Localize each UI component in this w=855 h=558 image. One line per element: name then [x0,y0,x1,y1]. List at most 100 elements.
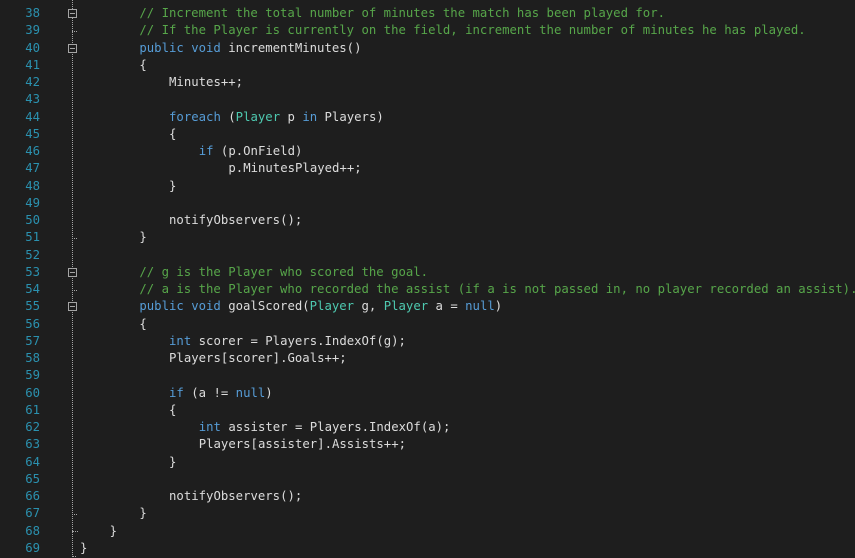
code-line[interactable]: 51} [0,229,855,246]
code-token-text: ) [494,299,503,314]
code-line[interactable]: 62 int assister = Players.IndexOf(a); [0,419,855,436]
line-code: Minutes++; [169,74,243,91]
code-line[interactable]: 54 // a is the Player who recorded the as… [0,281,855,298]
line-number: 63 [25,437,40,452]
code-line[interactable]: 64} [0,454,855,471]
line-number: 57 [25,333,40,348]
code-line[interactable]: 46 if (p.OnField) [0,143,855,160]
code-line[interactable]: 58 Players[scorer].Goals++; [0,350,855,367]
line-code: notifyObservers(); [169,212,302,229]
code-line[interactable]: 43 [0,91,855,108]
code-editor[interactable]: 38 // Increment the total number of minut… [0,0,855,558]
code-token-type: Player [309,299,355,314]
code-token-text: } [169,454,177,469]
code-line[interactable]: 41 { [0,57,855,74]
code-line[interactable]: 67} [0,505,855,522]
code-line[interactable]: 66 notifyObservers(); [0,488,855,505]
code-token-text: Players) [317,109,384,124]
collapse-toggle-icon[interactable] [68,267,77,277]
code-line[interactable]: 47 p.MinutesPlayed++; [0,160,855,177]
code-token-kw: foreach [169,109,221,124]
line-number: 47 [25,161,40,176]
line-number: 62 [25,420,40,434]
code-line[interactable]: 61 { [0,402,855,419]
line-number: 49 [25,195,40,210]
line-number: 59 [25,368,40,383]
code-line[interactable]: 57 int scorer = Players.IndexOf(g); [0,333,855,350]
line-code: { [169,402,176,419]
line-number: 38 [25,6,40,20]
code-line[interactable]: 52 [0,247,855,264]
line-code: p.MinutesPlayed++; [228,160,361,177]
code-token-comment: // g is the Player who scored the goal. [139,264,429,279]
code-token-text: goalScored( [220,299,310,314]
line-number: 66 [25,489,40,503]
code-line[interactable]: 44 foreach (Player p in Players) [0,109,855,126]
line-code: // Increment the total number of minutes… [139,5,665,22]
line-code: } [80,540,87,557]
code-line[interactable]: 63 Players[assister].Assists++; [0,436,855,453]
code-token-text: Players[scorer].Goals++; [169,351,347,365]
line-code: // g is the Player who scored the goal. [139,264,428,281]
code-token-text: { [139,57,147,72]
line-code: Players[scorer].Goals++; [169,350,347,367]
line-code: { [169,126,176,143]
code-line[interactable]: 59 [0,367,855,384]
code-line[interactable]: 55 public void goalScored(Player g, Playe… [0,298,855,315]
code-token-text: p [280,109,303,124]
line-number: 55 [25,299,40,314]
collapse-toggle-icon[interactable] [68,9,77,18]
line-number: 52 [25,247,40,262]
line-number: 64 [25,454,40,469]
code-line[interactable]: 39 // If the Player is currently on the f… [0,22,855,39]
code-line[interactable]: 56 { [0,316,855,333]
line-number: 56 [25,316,40,331]
code-line[interactable]: 42 Minutes++; [0,74,855,91]
line-number: 50 [25,213,40,227]
line-number: 39 [25,23,40,38]
code-token-text: { [169,402,177,417]
line-code: } [139,229,146,246]
code-token-comment: // Increment the total number of minutes… [139,6,665,20]
code-token-type: Player [235,109,281,124]
code-token-comment: // If the Player is currently on the fie… [139,23,806,38]
code-line[interactable]: 65 [0,471,855,488]
code-token-text: assister = Players.IndexOf(a); [220,420,451,434]
line-code: { [139,57,146,74]
code-token-text: notifyObservers(); [169,489,303,503]
code-token-text: incrementMinutes() [220,40,362,55]
code-token-text: } [139,506,147,521]
line-number: 42 [25,75,40,89]
collapse-toggle-icon[interactable] [68,43,77,53]
code-line[interactable]: 40 public void incrementMinutes() [0,40,855,57]
line-number: 60 [25,385,40,400]
collapse-toggle-icon[interactable] [68,302,77,312]
line-code: } [169,454,176,471]
code-line[interactable]: 53 // g is the Player who scored the goal… [0,264,855,281]
line-number: 46 [25,144,40,158]
code-line[interactable]: 50 notifyObservers(); [0,212,855,229]
line-code: public void goalScored(Player g, Player … [139,298,502,315]
line-number: 67 [25,506,40,521]
code-line[interactable]: 68} [0,523,855,540]
line-code: if (a != null) [169,385,273,402]
line-number: 61 [25,402,40,417]
code-line[interactable]: 45 { [0,126,855,143]
code-line[interactable]: 69} [0,540,855,557]
code-line[interactable]: 49 [0,195,855,212]
code-token-text: (p.OnField) [213,144,303,158]
code-token-text: p.MinutesPlayed++; [228,161,362,176]
code-token-kw: public [139,40,184,55]
line-code: // a is the Player who recorded the assi… [139,281,855,298]
code-line[interactable]: 38 // Increment the total number of minut… [0,5,855,22]
line-code: Players[assister].Assists++; [199,436,406,453]
line-number: 58 [25,351,40,365]
code-token-text: g, [354,299,384,314]
line-number: 44 [25,109,40,124]
line-code: public void incrementMinutes() [139,40,361,57]
code-token-kw: void [191,299,221,314]
code-line[interactable]: 60 if (a != null) [0,385,855,402]
code-line[interactable]: 48} [0,178,855,195]
code-token-kw: public [139,299,184,314]
code-token-text: scorer = Players.IndexOf(g); [191,333,406,348]
